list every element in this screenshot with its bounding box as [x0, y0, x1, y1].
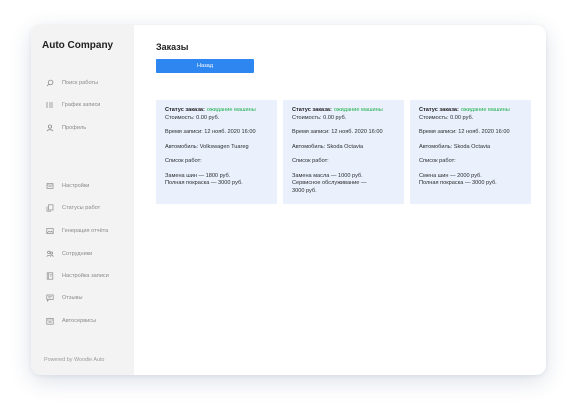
- order-car: Автомобиль: Skoda Octavia: [419, 143, 491, 150]
- sidebar-item-label: Поиск работы: [62, 80, 99, 86]
- sidebar-item-label: Настройки: [62, 183, 90, 189]
- sidebar-item-work-statuses[interactable]: Статусы работ: [46, 202, 100, 214]
- sidebar-item-report[interactable]: Генерация отчёта: [46, 225, 108, 237]
- copy-icon: [46, 204, 54, 212]
- order-work-item: Полная покраска — 3000 руб.: [419, 180, 497, 187]
- back-button[interactable]: Назад: [156, 59, 254, 73]
- order-time: Время записи: 12 нояб. 2020 16:00: [292, 129, 383, 136]
- book-icon: [46, 272, 54, 280]
- sidebar-item-label: Автосервисы: [62, 318, 97, 324]
- users-icon: [46, 250, 54, 258]
- app-window: Auto Company Поиск работы График записи …: [31, 25, 546, 375]
- order-work-item: Замена масла — 1000 руб.: [292, 172, 363, 179]
- page-title: Заказы: [156, 42, 189, 52]
- sidebar-item-label: График записи: [62, 102, 101, 108]
- order-status: Статус заказа: ожидание машины: [419, 107, 522, 115]
- calendar-icon: [46, 317, 54, 325]
- settings-icon: [46, 182, 54, 190]
- order-status-value: ожидание машины: [206, 107, 256, 113]
- order-work-item: Сервисное обслуживание — 3000 руб.: [292, 180, 367, 194]
- order-card[interactable]: Статус заказа: ожидание машины Стоимость:…: [283, 100, 404, 204]
- sidebar-item-label: Отзывы: [62, 295, 83, 301]
- order-status-label: Статус заказа:: [419, 107, 459, 113]
- order-works-label: Список работ:: [292, 158, 329, 165]
- user-icon: [46, 124, 54, 132]
- brand-logo: Auto Company: [42, 40, 114, 51]
- list-icon: [46, 101, 54, 109]
- sidebar-item-profile[interactable]: Профиль: [46, 122, 86, 134]
- order-time: Время записи: 12 нояб. 2020 16:00: [165, 129, 256, 136]
- order-card[interactable]: Статус заказа: ожидание машины Стоимость:…: [410, 100, 531, 204]
- sidebar-item-label: Настройка записи: [62, 273, 109, 279]
- sidebar-item-employees[interactable]: Сотрудники: [46, 248, 92, 260]
- sidebar: Auto Company Поиск работы График записи …: [31, 25, 134, 375]
- sidebar-item-label: Статусы работ: [62, 205, 101, 211]
- order-cost: Стоимость: 0.00 руб.: [165, 114, 220, 121]
- sidebar-item-label: Генерация отчёта: [62, 228, 109, 234]
- image-icon: [46, 227, 54, 235]
- sidebar-item-schedule[interactable]: График записи: [46, 99, 100, 111]
- order-time: Время записи: 12 нояб. 2020 16:00: [419, 129, 510, 136]
- search-icon: [46, 79, 54, 87]
- sidebar-item-settings[interactable]: Настройки: [46, 180, 89, 192]
- order-cost: Стоимость: 0.00 руб.: [292, 114, 347, 121]
- order-status: Статус заказа: ожидание машины: [292, 107, 395, 115]
- sidebar-item-job-search[interactable]: Поиск работы: [46, 77, 98, 89]
- sidebar-item-car-services[interactable]: Автосервисы: [46, 315, 96, 327]
- order-status-label: Статус заказа:: [165, 107, 205, 113]
- order-work-item: Смена шин — 2000 руб.: [419, 172, 482, 179]
- order-status-label: Статус заказа:: [292, 107, 332, 113]
- order-status-value: ожидание машины: [460, 107, 510, 113]
- order-works-label: Список работ:: [165, 158, 202, 165]
- main-content: Заказы Назад Статус заказа: ожидание маши…: [134, 25, 546, 375]
- powered-by: Powered by Woodie Auto: [44, 357, 105, 363]
- order-cost: Стоимость: 0.00 руб.: [419, 114, 474, 121]
- order-car: Автомобиль: Skoda Octavia: [292, 143, 364, 150]
- comment-icon: [46, 294, 54, 302]
- order-card[interactable]: Статус заказа: ожидание машины Стоимость:…: [156, 100, 277, 204]
- order-work-item: Замена шин — 1800 руб.: [165, 172, 231, 179]
- sidebar-item-label: Профиль: [62, 125, 87, 131]
- order-work-item: Полная покраска — 3000 руб.: [165, 180, 243, 187]
- sidebar-item-label: Сотрудники: [62, 251, 93, 257]
- order-status: Статус заказа: ожидание машины: [165, 107, 268, 115]
- sidebar-item-reviews[interactable]: Отзывы: [46, 292, 83, 304]
- sidebar-item-booking-settings[interactable]: Настройка записи: [46, 270, 109, 282]
- order-status-value: ожидание машины: [333, 107, 383, 113]
- order-works-label: Список работ:: [419, 158, 456, 165]
- order-car: Автомобиль: Volkswagen Tuareg: [165, 143, 249, 150]
